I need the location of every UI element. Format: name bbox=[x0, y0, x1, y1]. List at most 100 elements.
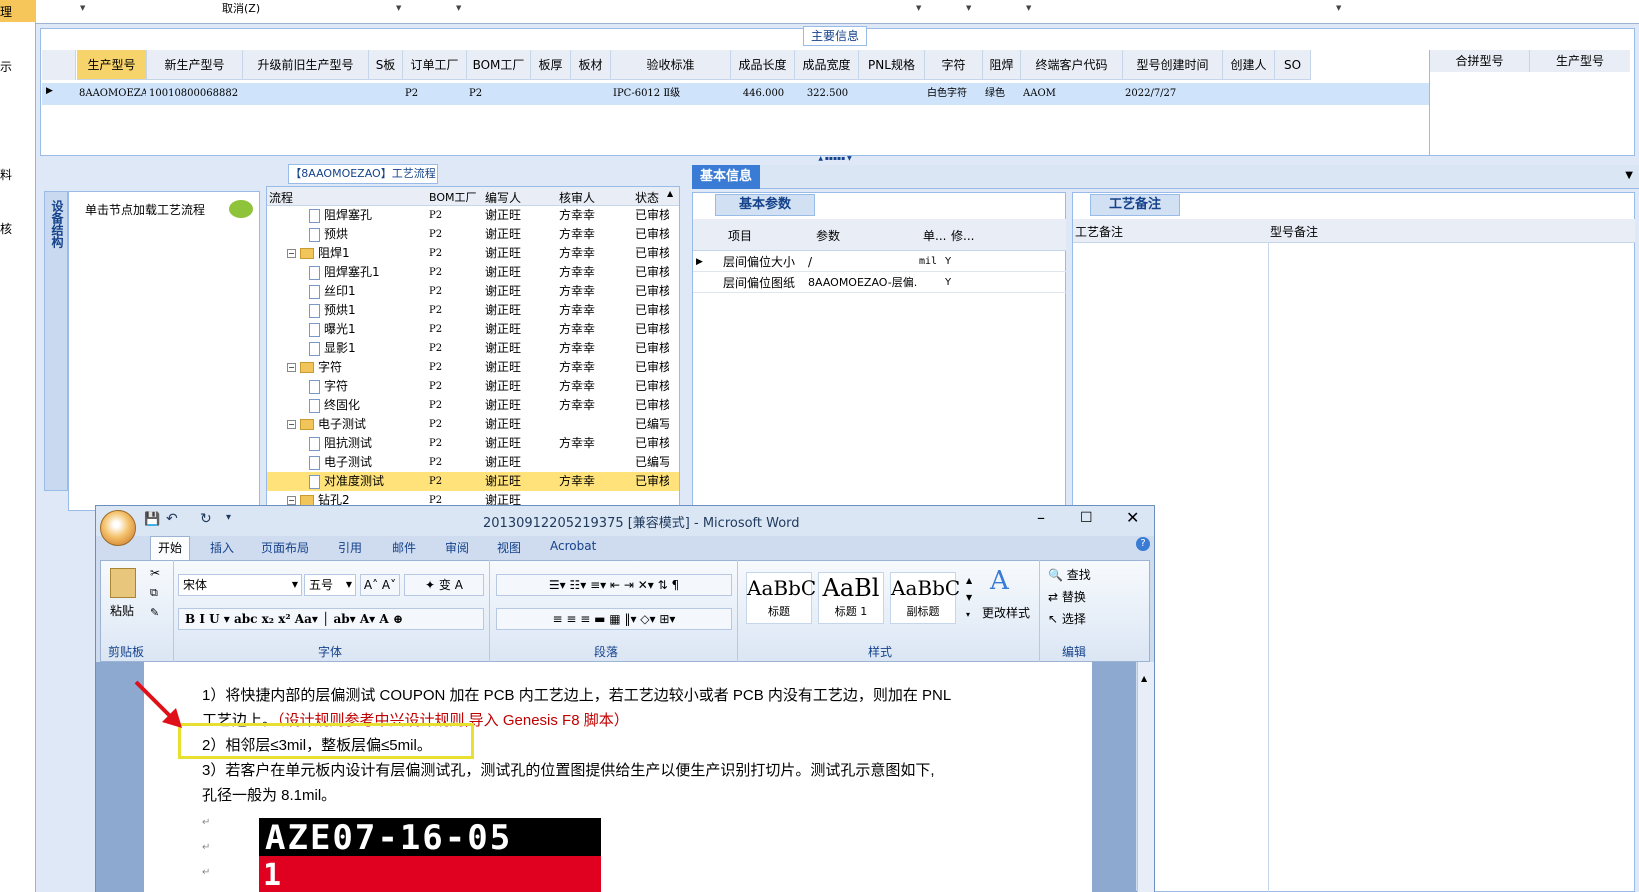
tree-node[interactable]: − 电子测试 bbox=[287, 415, 366, 434]
style-scroll-icon[interactable]: ▲ ▼ ▾ bbox=[966, 572, 972, 623]
select-button[interactable]: ↖ 选择 bbox=[1048, 610, 1086, 627]
dropdown-arrow-icon[interactable]: ▼ bbox=[1026, 4, 1031, 12]
cell[interactable]: P2 bbox=[469, 84, 530, 104]
col-header[interactable]: 字符 bbox=[925, 50, 983, 80]
tree-row[interactable]: 字符 P2 谢正旺 方幸幸 已审核 bbox=[267, 377, 679, 396]
font-name-select[interactable]: 宋体 ▼ bbox=[178, 574, 302, 596]
font-format-row[interactable]: B I U ▾ abc x₂ x² Aa▾ │ ab▾ A▾ A ⊕ bbox=[178, 608, 484, 630]
tab-review[interactable]: 审阅 bbox=[445, 539, 469, 556]
tab-acrobat[interactable]: Acrobat bbox=[550, 539, 596, 553]
collapse-icon[interactable]: − bbox=[287, 496, 296, 505]
tab-view[interactable]: 视图 bbox=[497, 539, 521, 556]
tree-row[interactable]: − 阻焊1 P2 谢正旺 方幸幸 已审核 bbox=[267, 244, 679, 263]
col-header-unit[interactable]: 单... bbox=[923, 227, 946, 244]
col-header[interactable]: 终端客户代码 bbox=[1021, 50, 1123, 80]
cell[interactable]: IPC-6012 Ⅱ级 bbox=[613, 84, 730, 104]
col-header-production-model[interactable]: 生产型号 bbox=[1530, 50, 1630, 72]
tree-row[interactable]: 曝光1 P2 谢正旺 方幸幸 已审核 bbox=[267, 320, 679, 339]
style-title[interactable]: AaBbC 标题 bbox=[746, 572, 816, 624]
param-row[interactable]: ▶ 层间偏位大小 / mil Y bbox=[693, 252, 1066, 272]
find-button[interactable]: 🔍 查找 bbox=[1048, 566, 1091, 583]
tree-node[interactable]: 显影1 bbox=[309, 339, 356, 358]
tree-row[interactable]: 预烘 P2 谢正旺 方幸幸 已审核 bbox=[267, 225, 679, 244]
col-header[interactable]: BOM工厂 bbox=[467, 50, 531, 80]
tab-references[interactable]: 引用 bbox=[338, 539, 362, 556]
left-nav-item[interactable]: 核 bbox=[0, 220, 12, 237]
left-nav-item[interactable]: 示 bbox=[0, 58, 12, 75]
col-header[interactable]: 新生产型号 bbox=[147, 50, 243, 80]
splitter-handle[interactable]: ▲ ▪▪▪▪▪ ▼ bbox=[805, 156, 865, 162]
left-nav-item[interactable]: 理 bbox=[0, 3, 12, 20]
node-hint[interactable]: 单击节点加载工艺流程 bbox=[85, 201, 205, 218]
col-header[interactable]: 型号创建时间 bbox=[1123, 50, 1223, 80]
left-nav-item[interactable]: 料 bbox=[0, 166, 12, 183]
tab-mailings[interactable]: 邮件 bbox=[392, 539, 416, 556]
dropdown-arrow-icon[interactable]: ▼ bbox=[456, 4, 461, 12]
dropdown-arrow-icon[interactable]: ▼ bbox=[916, 4, 921, 12]
col-header[interactable]: 订单工厂 bbox=[403, 50, 467, 80]
font-size-select[interactable]: 五号 ▼ bbox=[304, 574, 356, 596]
tree-node[interactable]: 阻焊塞孔 bbox=[309, 206, 372, 225]
coupon-image[interactable]: AZE07-16-05 1 bbox=[259, 818, 601, 892]
col-header[interactable]: 创建人 bbox=[1223, 50, 1275, 80]
format-painter-icon[interactable]: ✎ bbox=[150, 606, 159, 619]
tree-row[interactable]: 丝印1 P2 谢正旺 方幸幸 已审核 bbox=[267, 282, 679, 301]
style-subtitle[interactable]: AaBbC 副标题 bbox=[890, 572, 960, 624]
col-header-bom[interactable]: BOM工厂 bbox=[429, 189, 477, 205]
tree-row[interactable]: − 电子测试 P2 谢正旺 已编写 bbox=[267, 415, 679, 434]
tree-node[interactable]: 电子测试 bbox=[309, 453, 372, 472]
dropdown-arrow-icon[interactable]: ▼ bbox=[396, 4, 401, 12]
cell[interactable]: 322.500 bbox=[797, 84, 858, 104]
col-header[interactable]: 板材 bbox=[571, 50, 611, 80]
col-header-item[interactable]: 项目 bbox=[728, 227, 752, 244]
grow-shrink-font-icon[interactable]: A˄ A˅ bbox=[360, 574, 400, 596]
help-icon[interactable]: ? bbox=[1136, 537, 1150, 551]
tree-node[interactable]: − 字符 bbox=[287, 358, 342, 377]
col-header-param[interactable]: 参数 bbox=[816, 227, 840, 244]
col-header[interactable]: 成品长度 bbox=[731, 50, 795, 80]
tab-process-note[interactable]: 工艺备注 bbox=[1090, 194, 1180, 216]
col-header[interactable]: 验收标准 bbox=[611, 50, 731, 80]
list-indent-row[interactable]: ☰▾ ☷▾ ≡▾ ⇤ ⇥ ✕▾ ⇅ ¶ bbox=[496, 574, 732, 596]
paste-button[interactable]: 粘贴 bbox=[110, 602, 134, 619]
quick-save-icon[interactable]: 💾 bbox=[144, 512, 160, 527]
tree-row[interactable]: 阻焊塞孔1 P2 谢正旺 方幸幸 已审核 bbox=[267, 263, 679, 282]
cell[interactable]: 446.000 bbox=[733, 84, 794, 104]
col-header-writer[interactable]: 编写人 bbox=[485, 189, 521, 206]
dropdown-arrow-icon[interactable]: ▼ bbox=[966, 4, 971, 12]
redo-icon[interactable]: ↻ bbox=[200, 511, 212, 527]
col-header-mod[interactable]: 修... bbox=[951, 227, 974, 244]
copy-icon[interactable]: ⧉ bbox=[150, 586, 158, 600]
qat-dropdown-icon[interactable]: ▾ bbox=[226, 512, 231, 523]
scroll-up-icon[interactable]: ▲ bbox=[1141, 674, 1147, 683]
tab-basic-param[interactable]: 基本参数 bbox=[715, 194, 815, 216]
col-header-flow[interactable]: 流程 bbox=[269, 189, 293, 206]
cell[interactable]: AAOM bbox=[1023, 84, 1122, 104]
tree-node[interactable]: 丝印1 bbox=[309, 282, 356, 301]
clear-format-icon[interactable]: ✦ 变 A bbox=[404, 574, 484, 596]
cut-icon[interactable]: ✂ bbox=[150, 566, 160, 580]
dropdown-arrow-icon[interactable]: ▼ bbox=[1336, 4, 1341, 12]
tree-node[interactable]: 字符 bbox=[309, 377, 348, 396]
cell[interactable] bbox=[533, 84, 570, 104]
tree-node[interactable]: 终固化 bbox=[309, 396, 360, 415]
minimize-icon[interactable]: – bbox=[1037, 508, 1045, 527]
chevron-down-icon[interactable]: ▼ bbox=[1625, 170, 1633, 181]
cell[interactable]: 绿色 bbox=[985, 84, 1020, 104]
cell[interactable] bbox=[1277, 84, 1310, 104]
cell[interactable]: P2 bbox=[405, 84, 466, 104]
paste-icon[interactable] bbox=[110, 568, 136, 598]
col-header[interactable]: 生产型号 bbox=[77, 50, 147, 80]
col-header-status[interactable]: 状态 bbox=[635, 189, 659, 206]
col-header[interactable]: S板 bbox=[369, 50, 403, 80]
col-header-reviewer[interactable]: 核审人 bbox=[559, 189, 595, 206]
col-header-model-note[interactable]: 型号备注 bbox=[1270, 223, 1318, 240]
tree-row[interactable]: 阻焊塞孔 P2 谢正旺 方幸幸 已审核 bbox=[267, 206, 679, 225]
scroll-up-icon[interactable]: ▲ bbox=[667, 189, 673, 198]
col-header[interactable]: PNL规格 bbox=[859, 50, 925, 80]
office-button-icon[interactable] bbox=[100, 510, 136, 546]
collapse-icon[interactable]: − bbox=[287, 363, 296, 372]
cell[interactable] bbox=[1225, 84, 1274, 104]
tree-node[interactable]: 预烘 bbox=[309, 225, 348, 244]
collapse-icon[interactable]: − bbox=[287, 249, 296, 258]
